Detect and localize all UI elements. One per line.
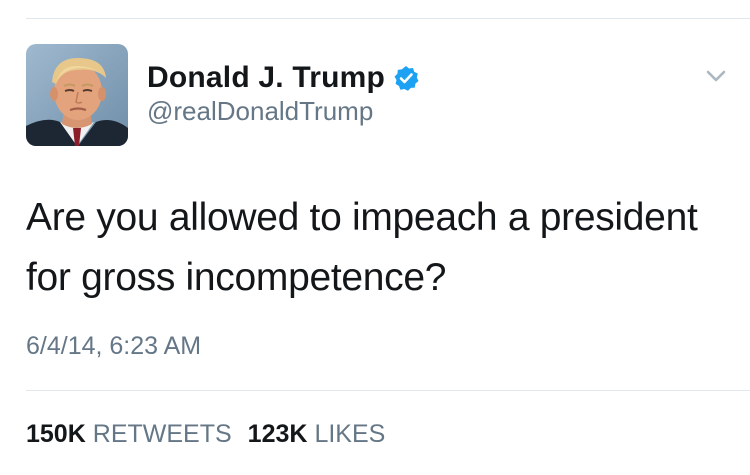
likes-label: LIKES xyxy=(314,420,386,448)
tweet-timestamp[interactable]: 6/4/14, 6:23 AM xyxy=(26,332,201,361)
tweet-card: Donald J. Trump @realDonaldTrump Are you… xyxy=(0,0,750,475)
avatar[interactable] xyxy=(26,44,128,146)
retweets-label: RETWEETS xyxy=(92,420,232,448)
retweets-count: 150K xyxy=(26,420,86,448)
chevron-down-icon[interactable] xyxy=(702,66,730,86)
likes-stat[interactable]: 123K LIKES xyxy=(248,420,386,449)
name-row: Donald J. Trump xyxy=(147,60,419,96)
bottom-divider xyxy=(26,390,750,391)
tweet-text: Are you allowed to impeach a president f… xyxy=(26,196,698,299)
top-divider xyxy=(26,18,750,19)
retweets-stat[interactable]: 150K RETWEETS xyxy=(26,420,232,449)
verified-badge-icon xyxy=(393,65,419,91)
user-handle[interactable]: @realDonaldTrump xyxy=(147,96,373,127)
likes-count: 123K xyxy=(247,420,308,448)
avatar-image xyxy=(26,44,128,146)
tweet-stats: 150K RETWEETS 123K LIKES xyxy=(26,420,401,449)
display-name[interactable]: Donald J. Trump xyxy=(147,61,385,95)
